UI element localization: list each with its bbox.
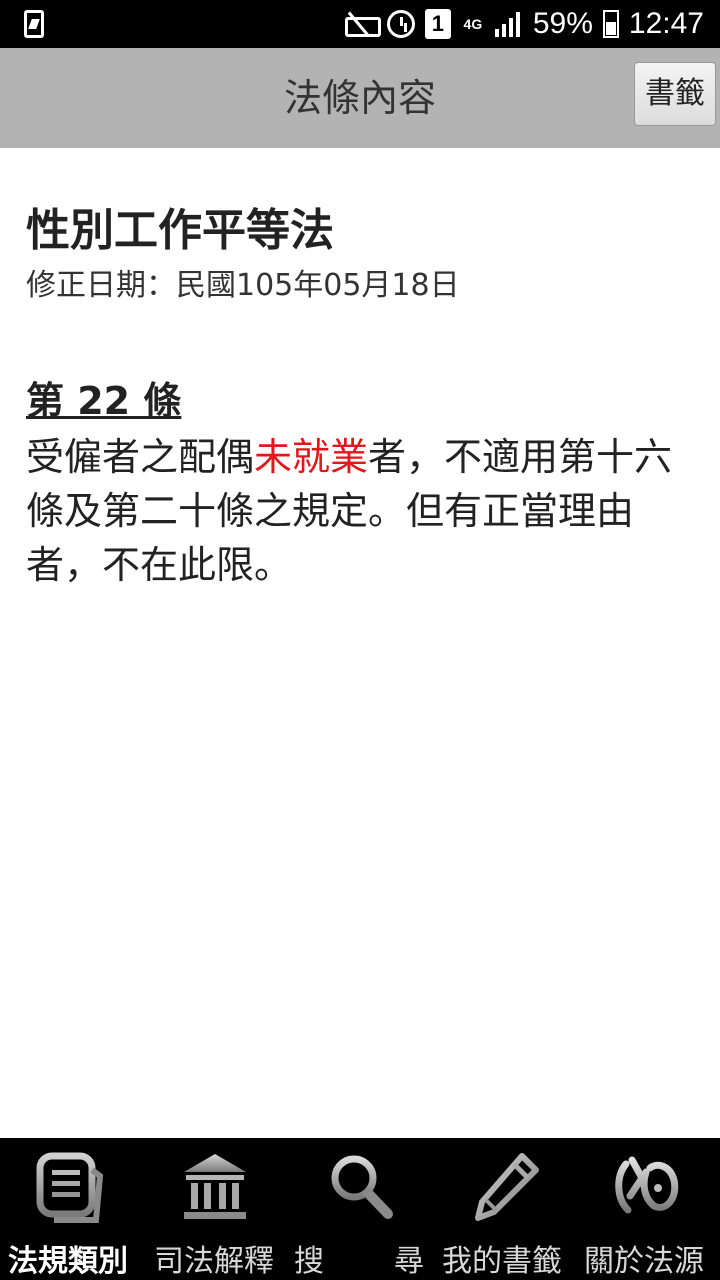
status-icons: 1 4G 59% 12:47 [343, 0, 704, 48]
sim-icon: 1 [424, 9, 451, 39]
clock: 12:47 [628, 7, 704, 40]
notification-icon [24, 10, 44, 38]
amend-date: 修正日期：民國105年05月18日 [26, 268, 460, 303]
nav-about[interactable]: 關於法源 [576, 1138, 720, 1280]
nav-label-search-1: 搜 [294, 1244, 324, 1279]
nav-law-categories[interactable]: 法規類別 [0, 1138, 148, 1280]
article-text-before: 受僱者之配偶 [26, 435, 255, 479]
logo-icon [615, 1156, 679, 1214]
page-title: 法條內容 [283, 76, 436, 120]
nav-judicial-interpretation[interactable]: 司法解釋 [148, 1138, 288, 1280]
bottom-nav: 法規類別 司法解釋 搜 尋 我的書籤 關於法源 [0, 1138, 720, 1280]
nav-label-search-2: 尋 [394, 1244, 424, 1279]
bookmark-button[interactable]: 書籤 [634, 62, 716, 126]
nav-search[interactable]: 搜 尋 [288, 1138, 436, 1280]
article-text-highlight: 未就業 [254, 435, 369, 479]
nav-label-about: 關於法源 [584, 1244, 704, 1279]
article-text: 受僱者之配偶未就業者，不適用第十六條及第二十條之規定。但有正當理由者，不在此限。 [26, 430, 698, 592]
nav-label-my-bookmarks: 我的書籤 [442, 1244, 562, 1279]
document-icon [36, 1152, 104, 1223]
battery-icon [602, 10, 619, 38]
battery-percent: 59% [532, 7, 593, 40]
search-icon [331, 1155, 393, 1219]
nav-label-judicial-interpretation: 司法解釋 [154, 1244, 274, 1279]
status-bar: 1 4G 59% 12:47 [0, 0, 720, 48]
nav-label-law-categories: 法規類別 [8, 1244, 128, 1279]
pencil-icon [475, 1153, 539, 1221]
app-header: 法條內容 書籤 [0, 48, 720, 148]
network-type: 4G [463, 16, 483, 32]
nav-my-bookmarks[interactable]: 我的書籤 [436, 1138, 576, 1280]
signal-icon [494, 11, 523, 37]
courthouse-icon [184, 1154, 246, 1219]
mute-icon [343, 11, 381, 37]
alarm-icon [386, 10, 415, 38]
article-number: 第 22 條 [26, 379, 182, 423]
law-title: 性別工作平等法 [26, 205, 334, 256]
